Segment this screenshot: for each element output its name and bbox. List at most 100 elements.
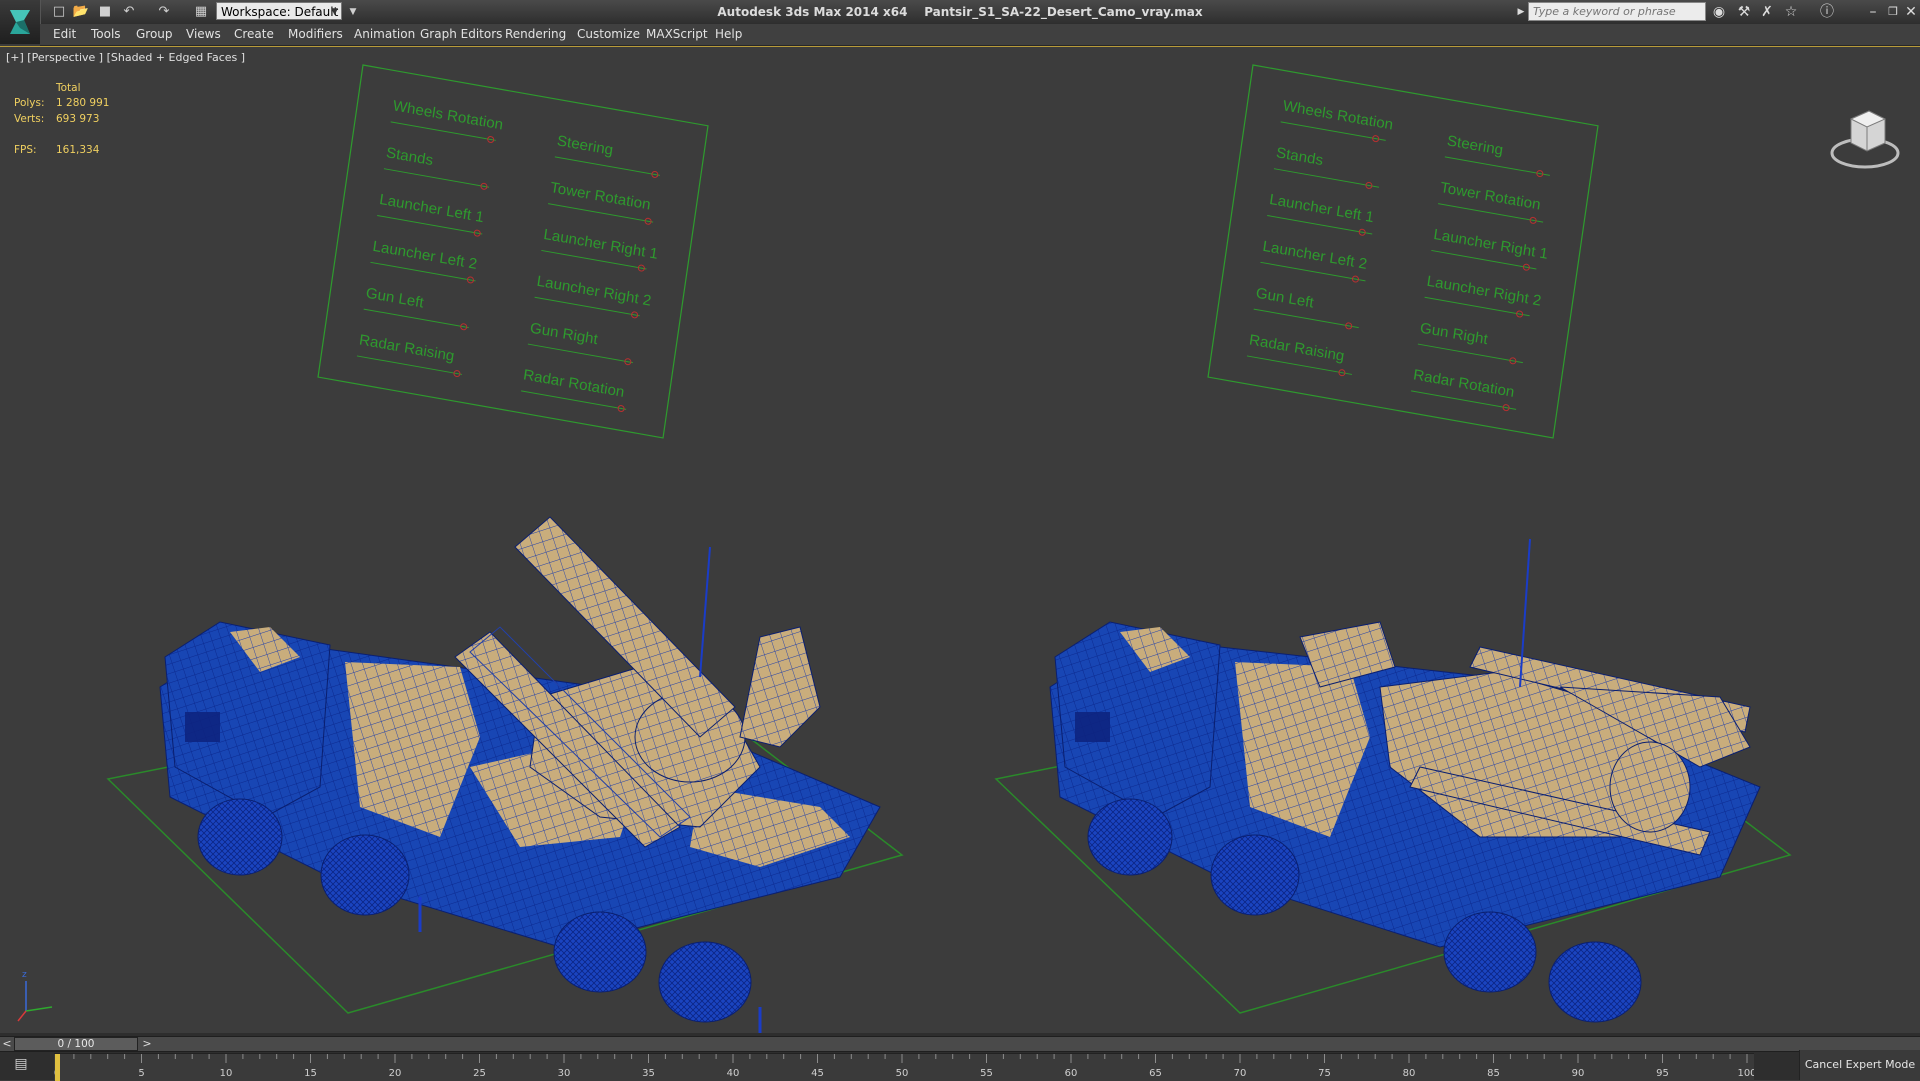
rig-slider-track xyxy=(363,308,469,329)
ruler-tick-label: 75 xyxy=(1318,1068,1331,1079)
rig-label: Radar Raising xyxy=(358,332,455,365)
mini-curve-editor-icon[interactable]: ▤ xyxy=(6,1056,36,1076)
close-icon[interactable]: ✕ xyxy=(1902,3,1920,21)
ruler-tick-label: 95 xyxy=(1656,1068,1669,1079)
project-folder-icon[interactable]: ▦ xyxy=(192,3,210,21)
stats-total-label: Total xyxy=(56,82,81,94)
next-frame-arrow-icon[interactable]: > xyxy=(140,1037,154,1051)
ruler-tick-label: 60 xyxy=(1065,1068,1078,1079)
rig-slider-track xyxy=(1444,156,1550,176)
rig-slider-track xyxy=(554,156,660,176)
viewport-label[interactable]: [+] [Perspective ] [Shaded + Edged Faces… xyxy=(6,51,245,64)
time-slider-track[interactable]: < > 0 / 100 xyxy=(0,1036,1920,1052)
fps-value: 161,334 xyxy=(56,144,100,156)
polys-value: 1 280 991 xyxy=(56,97,110,109)
menu-bar: Edit Tools Group Views Create Modifiers … xyxy=(40,24,1920,46)
rig-label: Stands xyxy=(385,144,434,169)
title-bar: □ 📂 ■ ↶ ↷ ▦ Workspace: Default ▼ ▼ Autod… xyxy=(0,0,1920,44)
vehicle-model-right[interactable] xyxy=(994,538,1792,1023)
favorites-star-icon[interactable]: ☆ xyxy=(1782,3,1800,21)
customize-toolbar-icon[interactable]: ▼ xyxy=(344,3,362,21)
ruler-tick-label: 100 xyxy=(1737,1068,1754,1079)
time-slider-thumb[interactable]: 0 / 100 xyxy=(14,1037,138,1051)
rig-label: Stands xyxy=(1275,144,1324,169)
ruler-tick-label: 35 xyxy=(642,1068,655,1079)
menu-views[interactable]: Views xyxy=(183,24,224,45)
rig-slider-track xyxy=(527,343,633,364)
rig-slider-track xyxy=(1273,168,1380,188)
rig-label: Tower Rotation xyxy=(549,179,651,213)
cancel-expert-mode-button[interactable]: Cancel Expert Mode xyxy=(1799,1050,1920,1080)
viewcube-icon[interactable] xyxy=(1830,110,1900,169)
redo-icon[interactable]: ↷ xyxy=(155,3,173,21)
menu-graph-editors[interactable]: Graph Editors xyxy=(417,24,505,45)
menu-rendering[interactable]: Rendering xyxy=(502,24,569,45)
ruler-tick-label: 20 xyxy=(389,1068,402,1079)
menu-help[interactable]: Help xyxy=(712,24,745,45)
3ds-max-logo-icon xyxy=(10,10,30,34)
rig-label: Tower Rotation xyxy=(1439,179,1541,213)
ruler-tick-label: 70 xyxy=(1234,1068,1247,1079)
rig-label: Radar Rotation xyxy=(1412,367,1515,401)
rig-label: Gun Right xyxy=(529,320,600,349)
svg-text:z: z xyxy=(22,970,27,980)
app-name: Autodesk 3ds Max 2014 x64 xyxy=(717,5,908,19)
rig-label: Launcher Left 2 xyxy=(372,238,479,273)
help-icon[interactable]: ⓘ xyxy=(1818,3,1836,21)
verts-label: Verts: xyxy=(14,113,45,125)
rig-label: Launcher Left 2 xyxy=(1262,238,1369,273)
rig-label: Launcher Right 2 xyxy=(1426,273,1543,310)
menu-tools[interactable]: Tools xyxy=(88,24,124,45)
rig-control-panel-right[interactable]: Wheels Rotation Stands Launcher Left 1 Laun… xyxy=(1207,57,1599,446)
menu-edit[interactable]: Edit xyxy=(50,24,79,45)
menu-customize[interactable]: Customize xyxy=(574,24,643,45)
ruler-tick-label: 5 xyxy=(138,1068,144,1079)
restore-icon[interactable]: ❐ xyxy=(1884,3,1902,21)
rig-label: Radar Rotation xyxy=(522,367,625,401)
scene-canvas[interactable]: Wheels Rotation Stands Launcher Left 1 Laun… xyxy=(0,47,1920,1034)
menu-create[interactable]: Create xyxy=(231,24,277,45)
undo-icon[interactable]: ↶ xyxy=(120,3,138,21)
application-menu-button[interactable] xyxy=(0,0,41,44)
time-controls: < > 0 / 100 ▤ 05101520253035404550556065… xyxy=(0,1033,1920,1081)
workspace-dropdown[interactable]: Workspace: Default ▼ xyxy=(216,2,342,20)
rig-slider-track xyxy=(1417,343,1523,364)
rig-label: Launcher Left 1 xyxy=(378,191,485,226)
ruler-tick-label: 90 xyxy=(1572,1068,1585,1079)
rig-label: Gun Left xyxy=(1255,285,1316,312)
rig-slider-track xyxy=(1253,308,1359,329)
prev-frame-arrow-icon[interactable]: < xyxy=(0,1037,14,1051)
ruler-tick-label: 45 xyxy=(811,1068,824,1079)
menu-animation[interactable]: Animation xyxy=(351,24,418,45)
menu-group[interactable]: Group xyxy=(133,24,176,45)
polys-label: Polys: xyxy=(14,97,45,109)
minimize-icon[interactable]: – xyxy=(1864,3,1882,21)
fps-label: FPS: xyxy=(14,144,37,156)
vehicle-model-left[interactable] xyxy=(106,516,904,1034)
binoculars-icon[interactable]: ◉ xyxy=(1710,3,1728,21)
ruler-tick-label: 80 xyxy=(1403,1068,1416,1079)
track-bar[interactable]: 0510152025303540455055606570758085909510… xyxy=(54,1053,1754,1081)
rig-control-panel-left[interactable]: Wheels Rotation Stands Launcher Left 1 Laun… xyxy=(317,57,709,446)
rig-label: Gun Left xyxy=(365,285,426,312)
save-icon[interactable]: ■ xyxy=(96,3,114,21)
communication-center-icon[interactable]: ✗ xyxy=(1758,3,1776,21)
verts-value: 693 973 xyxy=(56,113,100,125)
ruler-tick-label: 15 xyxy=(304,1068,317,1079)
file-name: Pantsir_S1_SA-22_Desert_Camo_vray.max xyxy=(924,5,1203,19)
rig-label: Wheels Rotation xyxy=(1282,98,1394,134)
subscription-icon[interactable]: ⚒ xyxy=(1735,3,1753,21)
menu-modifiers[interactable]: Modifiers xyxy=(285,24,346,45)
radar-dish xyxy=(739,626,821,748)
new-file-icon[interactable]: □ xyxy=(50,3,68,21)
ruler-tick-label: 25 xyxy=(473,1068,486,1079)
rig-label: Gun Right xyxy=(1419,320,1490,349)
open-file-icon[interactable]: 📂 xyxy=(72,3,90,21)
perspective-viewport[interactable]: Wheels Rotation Stands Launcher Left 1 Laun… xyxy=(0,46,1920,1034)
search-input[interactable] xyxy=(1528,2,1706,21)
menu-maxscript[interactable]: MAXScript xyxy=(643,24,711,45)
current-frame-marker[interactable] xyxy=(55,1054,60,1081)
rig-label: Steering xyxy=(1446,132,1504,158)
rig-label: Launcher Left 1 xyxy=(1268,191,1375,226)
chevron-down-icon: ▼ xyxy=(331,7,338,17)
